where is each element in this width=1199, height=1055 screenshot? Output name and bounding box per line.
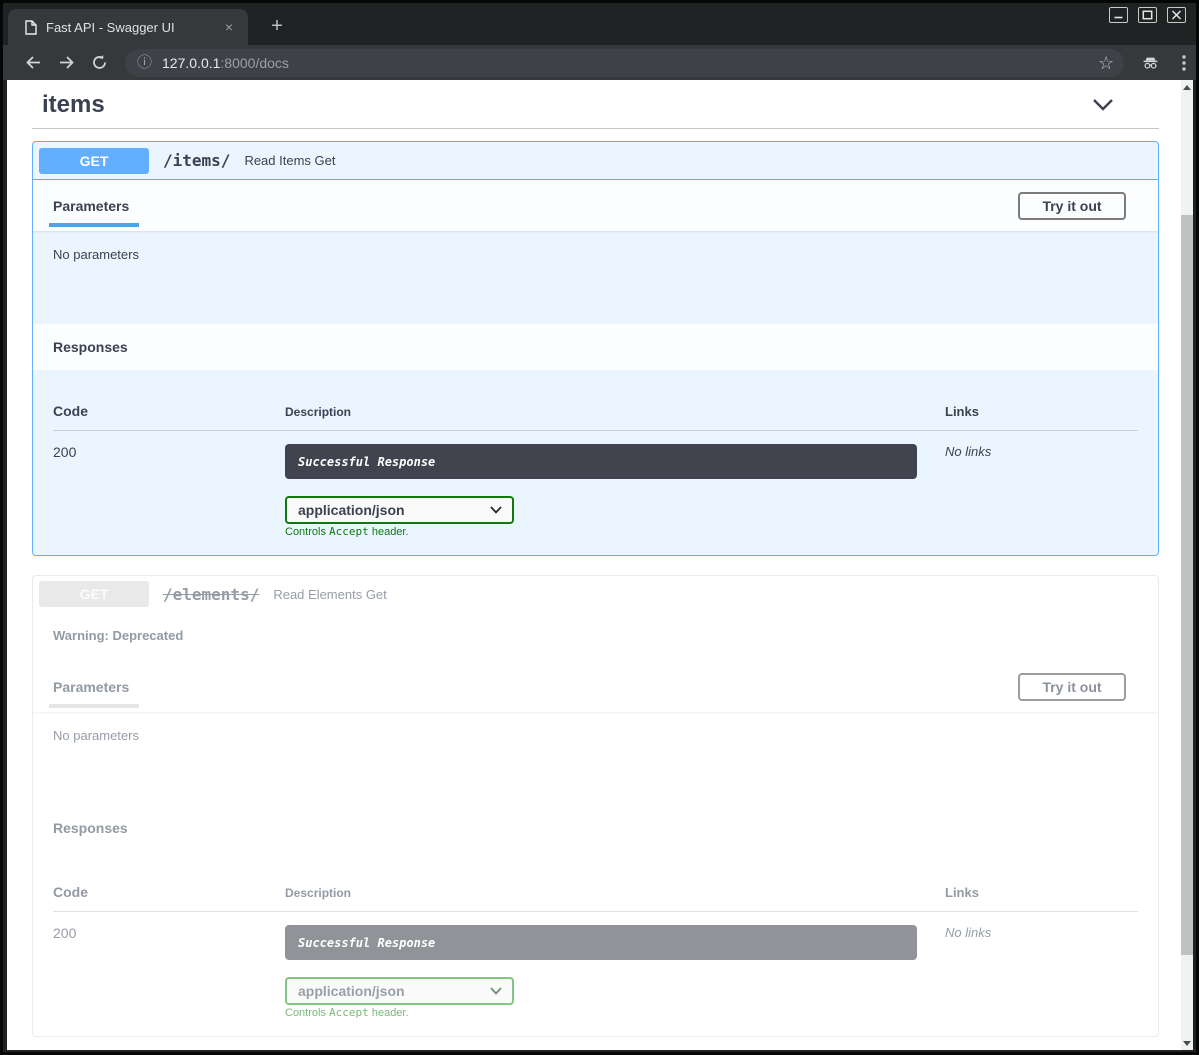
active-tab-underline — [49, 704, 139, 708]
back-icon[interactable] — [25, 54, 42, 71]
maximize-button[interactable] — [1138, 7, 1157, 23]
minimize-button[interactable] — [1109, 7, 1128, 23]
chevron-down-icon — [490, 506, 502, 514]
tag-title: items — [32, 91, 105, 119]
incognito-icon — [1142, 54, 1159, 71]
parameters-body: No parameters — [33, 231, 1158, 324]
try-it-out-button[interactable]: Try it out — [1018, 192, 1126, 220]
forward-icon[interactable] — [58, 54, 75, 71]
operation-path: /items/ — [163, 151, 230, 170]
response-code: 200 — [53, 925, 285, 1019]
response-links: No links — [945, 925, 1138, 1019]
parameters-header: Parameters Try it out — [33, 661, 1158, 712]
swagger-ui: items GET /items/ Read Items Get Paramet… — [7, 88, 1181, 1037]
url-text: 127.0.0.1:8000/docs — [162, 55, 1098, 71]
opblock-get-items: GET /items/ Read Items Get Parameters Tr… — [32, 141, 1159, 556]
accept-note-prefix: Controls — [285, 1007, 329, 1019]
accept-note-suffix: header. — [369, 1007, 409, 1019]
parameters-tab: Parameters — [53, 198, 129, 214]
responses-title: Responses — [53, 820, 128, 836]
responses-title: Responses — [53, 339, 128, 355]
response-description-cell: Successful Response application/json Con… — [285, 925, 945, 1019]
operation-summary-text: Read Items Get — [244, 153, 335, 168]
deprecated-warning: Warning: Deprecated — [33, 612, 1158, 661]
browser-toolbar: ⓘ 127.0.0.1:8000/docs ☆ — [3, 45, 1196, 80]
accept-note-prefix: Controls — [285, 526, 329, 538]
parameters-header: Parameters Try it out — [33, 180, 1158, 231]
response-row: 200 Successful Response application/json… — [53, 431, 1138, 538]
collapse-chevron-icon[interactable] — [1092, 98, 1114, 112]
url-path: :8000/docs — [220, 55, 289, 71]
chevron-down-icon — [490, 987, 502, 995]
responses-column-headers: Code Description Links — [53, 370, 1138, 431]
response-description-cell: Successful Response application/json Con… — [285, 444, 945, 538]
code-column-header: Code — [53, 884, 285, 900]
operation-summary-text: Read Elements Get — [273, 587, 386, 602]
operation-summary[interactable]: GET /elements/ Read Elements Get — [33, 576, 1158, 612]
operation-path: /elements/ — [163, 585, 259, 604]
tag-section-header[interactable]: items — [32, 88, 1159, 129]
accept-note-code: Accept — [329, 1006, 369, 1019]
window-controls — [1109, 7, 1186, 23]
bookmark-star-icon[interactable]: ☆ — [1098, 54, 1114, 72]
response-description: Successful Response — [285, 444, 917, 479]
response-code: 200 — [53, 444, 285, 538]
description-column-header: Description — [285, 405, 945, 419]
media-type-value: application/json — [298, 983, 405, 999]
try-it-out-button[interactable]: Try it out — [1018, 673, 1126, 701]
opblock-get-elements-deprecated: GET /elements/ Read Elements Get Warning… — [32, 575, 1159, 1037]
active-tab-underline — [49, 223, 139, 227]
page-scrollbar[interactable] — [1181, 80, 1193, 1050]
scrollbar-down-arrow[interactable] — [1181, 1036, 1193, 1050]
tab-close-icon[interactable]: × — [220, 18, 238, 36]
responses-column-headers: Code Description Links — [53, 851, 1138, 912]
parameters-tab: Parameters — [53, 679, 129, 695]
page-viewport: items GET /items/ Read Items Get Paramet… — [7, 80, 1181, 1050]
accept-note-suffix: header. — [369, 526, 409, 538]
code-column-header: Code — [53, 403, 285, 419]
media-type-value: application/json — [298, 502, 405, 518]
links-column-header: Links — [945, 885, 1138, 900]
responses-table: Code Description Links 200 Successful Re… — [33, 370, 1158, 555]
site-info-icon[interactable]: ⓘ — [137, 55, 152, 70]
no-parameters-text: No parameters — [53, 247, 139, 262]
accept-header-note: Controls Accept header. — [285, 1007, 409, 1019]
media-type-select[interactable]: application/json — [285, 496, 514, 524]
accept-note-code: Accept — [329, 525, 369, 538]
response-links: No links — [945, 444, 1138, 538]
close-window-button[interactable] — [1167, 7, 1186, 23]
responses-header: Responses — [33, 324, 1158, 370]
tab-strip: Fast API - Swagger UI × + — [3, 3, 1196, 45]
method-badge: GET — [39, 148, 149, 174]
accept-header-note: Controls Accept header. — [285, 526, 409, 538]
operation-summary[interactable]: GET /items/ Read Items Get — [33, 142, 1158, 180]
method-badge: GET — [39, 581, 149, 607]
parameters-body: No parameters — [33, 712, 1158, 805]
scrollbar-thumb[interactable] — [1181, 215, 1193, 955]
page-icon — [25, 20, 37, 35]
response-row: 200 Successful Response application/json… — [53, 912, 1138, 1019]
browser-menu-icon[interactable] — [1175, 54, 1192, 71]
tab-title: Fast API - Swagger UI — [46, 20, 220, 35]
links-column-header: Links — [945, 404, 1138, 419]
description-column-header: Description — [285, 886, 945, 900]
media-type-select[interactable]: application/json — [285, 977, 514, 1005]
address-bar[interactable]: ⓘ 127.0.0.1:8000/docs ☆ — [125, 49, 1124, 77]
no-parameters-text: No parameters — [53, 728, 139, 743]
response-description: Successful Response — [285, 925, 917, 960]
scrollbar-up-arrow[interactable] — [1181, 80, 1193, 94]
browser-window: Fast API - Swagger UI × + — [3, 3, 1196, 1052]
responses-table: Code Description Links 200 Successful Re… — [33, 851, 1158, 1036]
responses-header: Responses — [33, 805, 1158, 851]
new-tab-button[interactable]: + — [265, 14, 289, 38]
browser-tab[interactable]: Fast API - Swagger UI × — [8, 9, 248, 45]
url-host: 127.0.0.1 — [162, 55, 220, 71]
reload-icon[interactable] — [91, 54, 108, 71]
